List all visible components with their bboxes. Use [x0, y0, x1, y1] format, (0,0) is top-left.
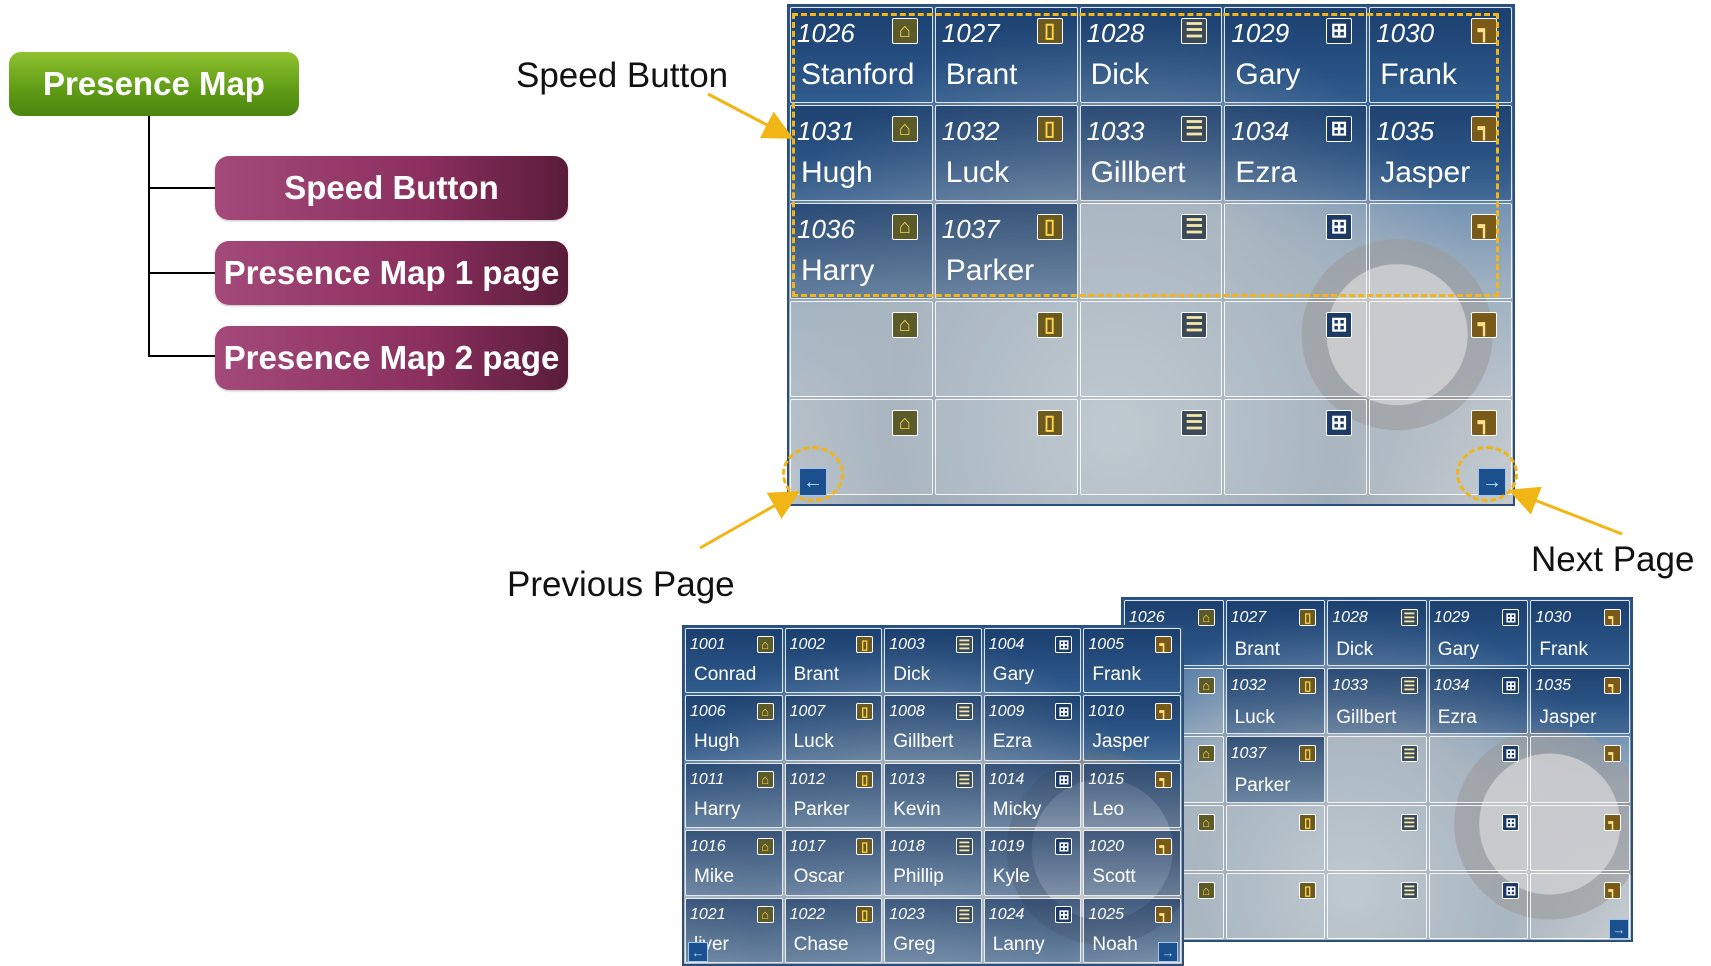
callout-arrows: [699, 92, 1623, 550]
